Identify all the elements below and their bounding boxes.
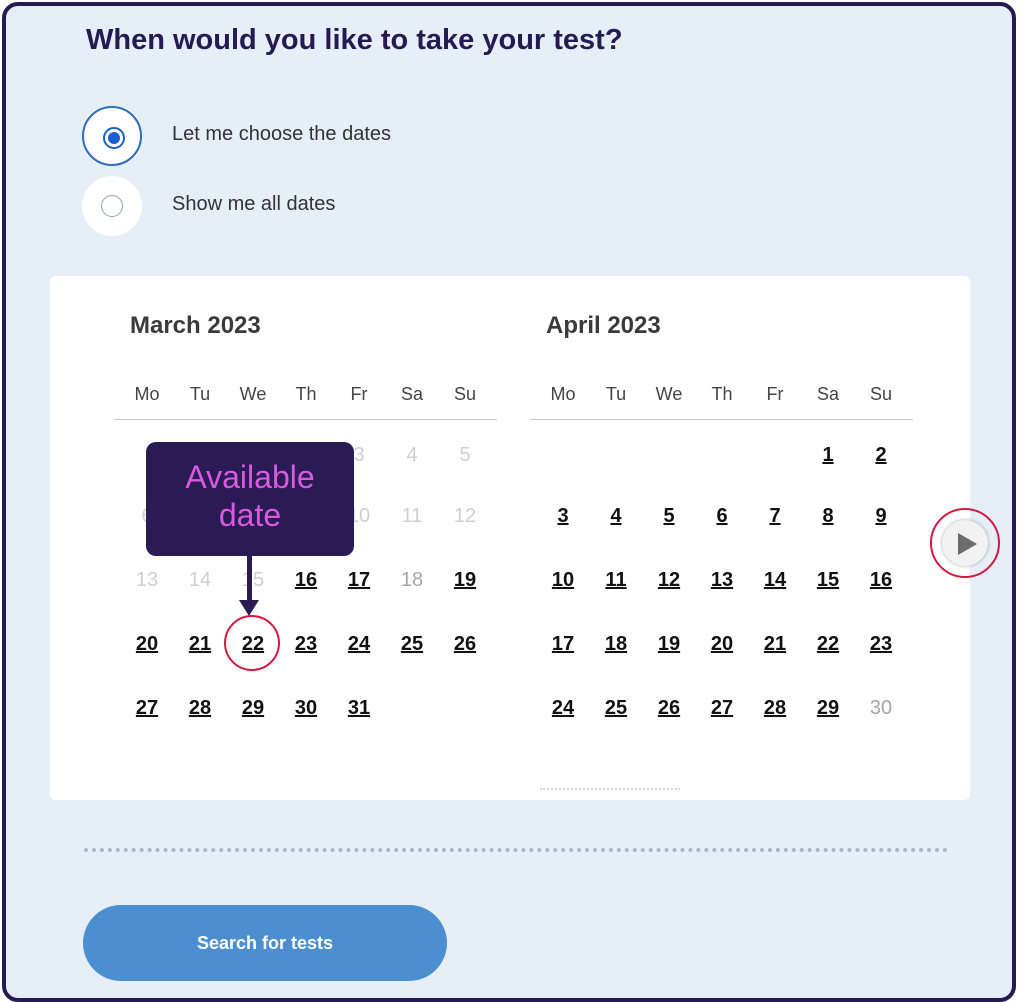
radio-selected-icon — [103, 127, 125, 149]
weekday-separator — [114, 419, 497, 420]
available-date[interactable]: 17 — [339, 569, 379, 592]
available-date[interactable]: 23 — [286, 633, 326, 656]
page-title: When would you like to take your test? — [86, 24, 623, 56]
available-date[interactable]: 26 — [649, 697, 689, 720]
available-date[interactable]: 2 — [861, 444, 901, 467]
radio-all-dates-label: Show me all dates — [172, 193, 336, 215]
available-date[interactable]: 5 — [649, 505, 689, 528]
annotation-line-1: Available — [185, 459, 315, 495]
available-date[interactable]: 1 — [808, 444, 848, 467]
radio-all-dates-control[interactable] — [82, 176, 142, 236]
annotation-arrow — [247, 556, 252, 606]
radio-choose-dates-label: Let me choose the dates — [172, 123, 392, 145]
radio-unselected-icon — [101, 195, 123, 217]
weekday-header: We — [239, 384, 267, 404]
available-date[interactable]: 10 — [543, 569, 583, 592]
available-date[interactable]: 19 — [649, 633, 689, 656]
available-date[interactable]: 23 — [861, 633, 901, 656]
weekday-header: Fr — [350, 384, 368, 404]
unavailable-date: 18 — [400, 569, 424, 591]
weekday-header: We — [655, 384, 683, 404]
available-date[interactable]: 24 — [543, 697, 583, 720]
radio-choose-dates-control[interactable] — [82, 106, 142, 166]
available-date[interactable]: 25 — [596, 697, 636, 720]
available-date[interactable]: 28 — [180, 697, 220, 720]
available-date[interactable]: 15 — [808, 569, 848, 592]
available-date[interactable]: 24 — [339, 633, 379, 656]
annotation-line-2: date — [218, 497, 282, 533]
available-date[interactable]: 29 — [808, 697, 848, 720]
month-title: March 2023 — [130, 312, 261, 339]
unavailable-date: 11 — [401, 505, 423, 527]
available-date[interactable]: 17 — [543, 633, 583, 656]
available-date[interactable]: 25 — [392, 633, 432, 656]
available-date[interactable]: 29 — [233, 697, 273, 720]
next-row-hint — [540, 788, 680, 798]
unavailable-date: 5 — [459, 444, 471, 466]
unavailable-date: 14 — [188, 569, 212, 591]
available-date[interactable]: 16 — [861, 569, 901, 592]
available-date[interactable]: 7 — [755, 505, 795, 528]
unavailable-date: 13 — [135, 569, 159, 591]
available-date[interactable]: 9 — [861, 505, 901, 528]
weekday-header: Mo — [550, 384, 576, 404]
available-date[interactable]: 20 — [702, 633, 742, 656]
available-date[interactable]: 12 — [649, 569, 689, 592]
month-title: April 2023 — [546, 312, 661, 339]
available-date[interactable]: 11 — [596, 569, 636, 592]
weekday-header: Mo — [134, 384, 160, 404]
weekday-header: Th — [711, 384, 733, 404]
available-date[interactable]: 30 — [286, 697, 326, 720]
weekday-header: Su — [869, 384, 893, 404]
available-date[interactable]: 4 — [596, 505, 636, 528]
available-date[interactable]: 27 — [127, 697, 167, 720]
available-date[interactable]: 21 — [180, 633, 220, 656]
next-month-highlight — [930, 508, 1000, 578]
available-date[interactable]: 20 — [127, 633, 167, 656]
unavailable-date: 4 — [406, 444, 418, 466]
weekday-header: Tu — [605, 384, 627, 404]
available-date[interactable]: 21 — [755, 633, 795, 656]
dotted-divider — [84, 848, 948, 852]
available-date[interactable]: 18 — [596, 633, 636, 656]
available-date[interactable]: 28 — [755, 697, 795, 720]
available-date[interactable]: 14 — [755, 569, 795, 592]
unavailable-date: 12 — [453, 505, 477, 527]
unavailable-date: 15 — [241, 569, 265, 591]
available-date[interactable]: 16 — [286, 569, 326, 592]
available-date[interactable]: 26 — [445, 633, 485, 656]
highlight-circle — [224, 615, 280, 671]
available-date[interactable]: 27 — [702, 697, 742, 720]
weekday-header: Tu — [189, 384, 211, 404]
available-date[interactable]: 22 — [808, 633, 848, 656]
available-date[interactable]: 8 — [808, 505, 848, 528]
weekday-header: Sa — [400, 384, 424, 404]
available-date[interactable]: 19 — [445, 569, 485, 592]
available-date[interactable]: 6 — [702, 505, 742, 528]
search-for-tests-button[interactable]: Search for tests — [83, 905, 447, 981]
available-date[interactable]: 13 — [702, 569, 742, 592]
weekday-header: Th — [295, 384, 317, 404]
weekday-header: Sa — [816, 384, 840, 404]
available-date[interactable]: 31 — [339, 697, 379, 720]
play-triangle-icon — [958, 533, 977, 555]
annotation-arrow-head — [239, 600, 259, 616]
available-date-annotation: Available date — [146, 442, 354, 556]
weekday-header: Su — [453, 384, 477, 404]
unavailable-date: 30 — [869, 697, 893, 719]
next-month-button[interactable] — [942, 520, 988, 566]
weekday-header: Fr — [766, 384, 784, 404]
available-date[interactable]: 3 — [543, 505, 583, 528]
weekday-separator — [530, 419, 913, 420]
